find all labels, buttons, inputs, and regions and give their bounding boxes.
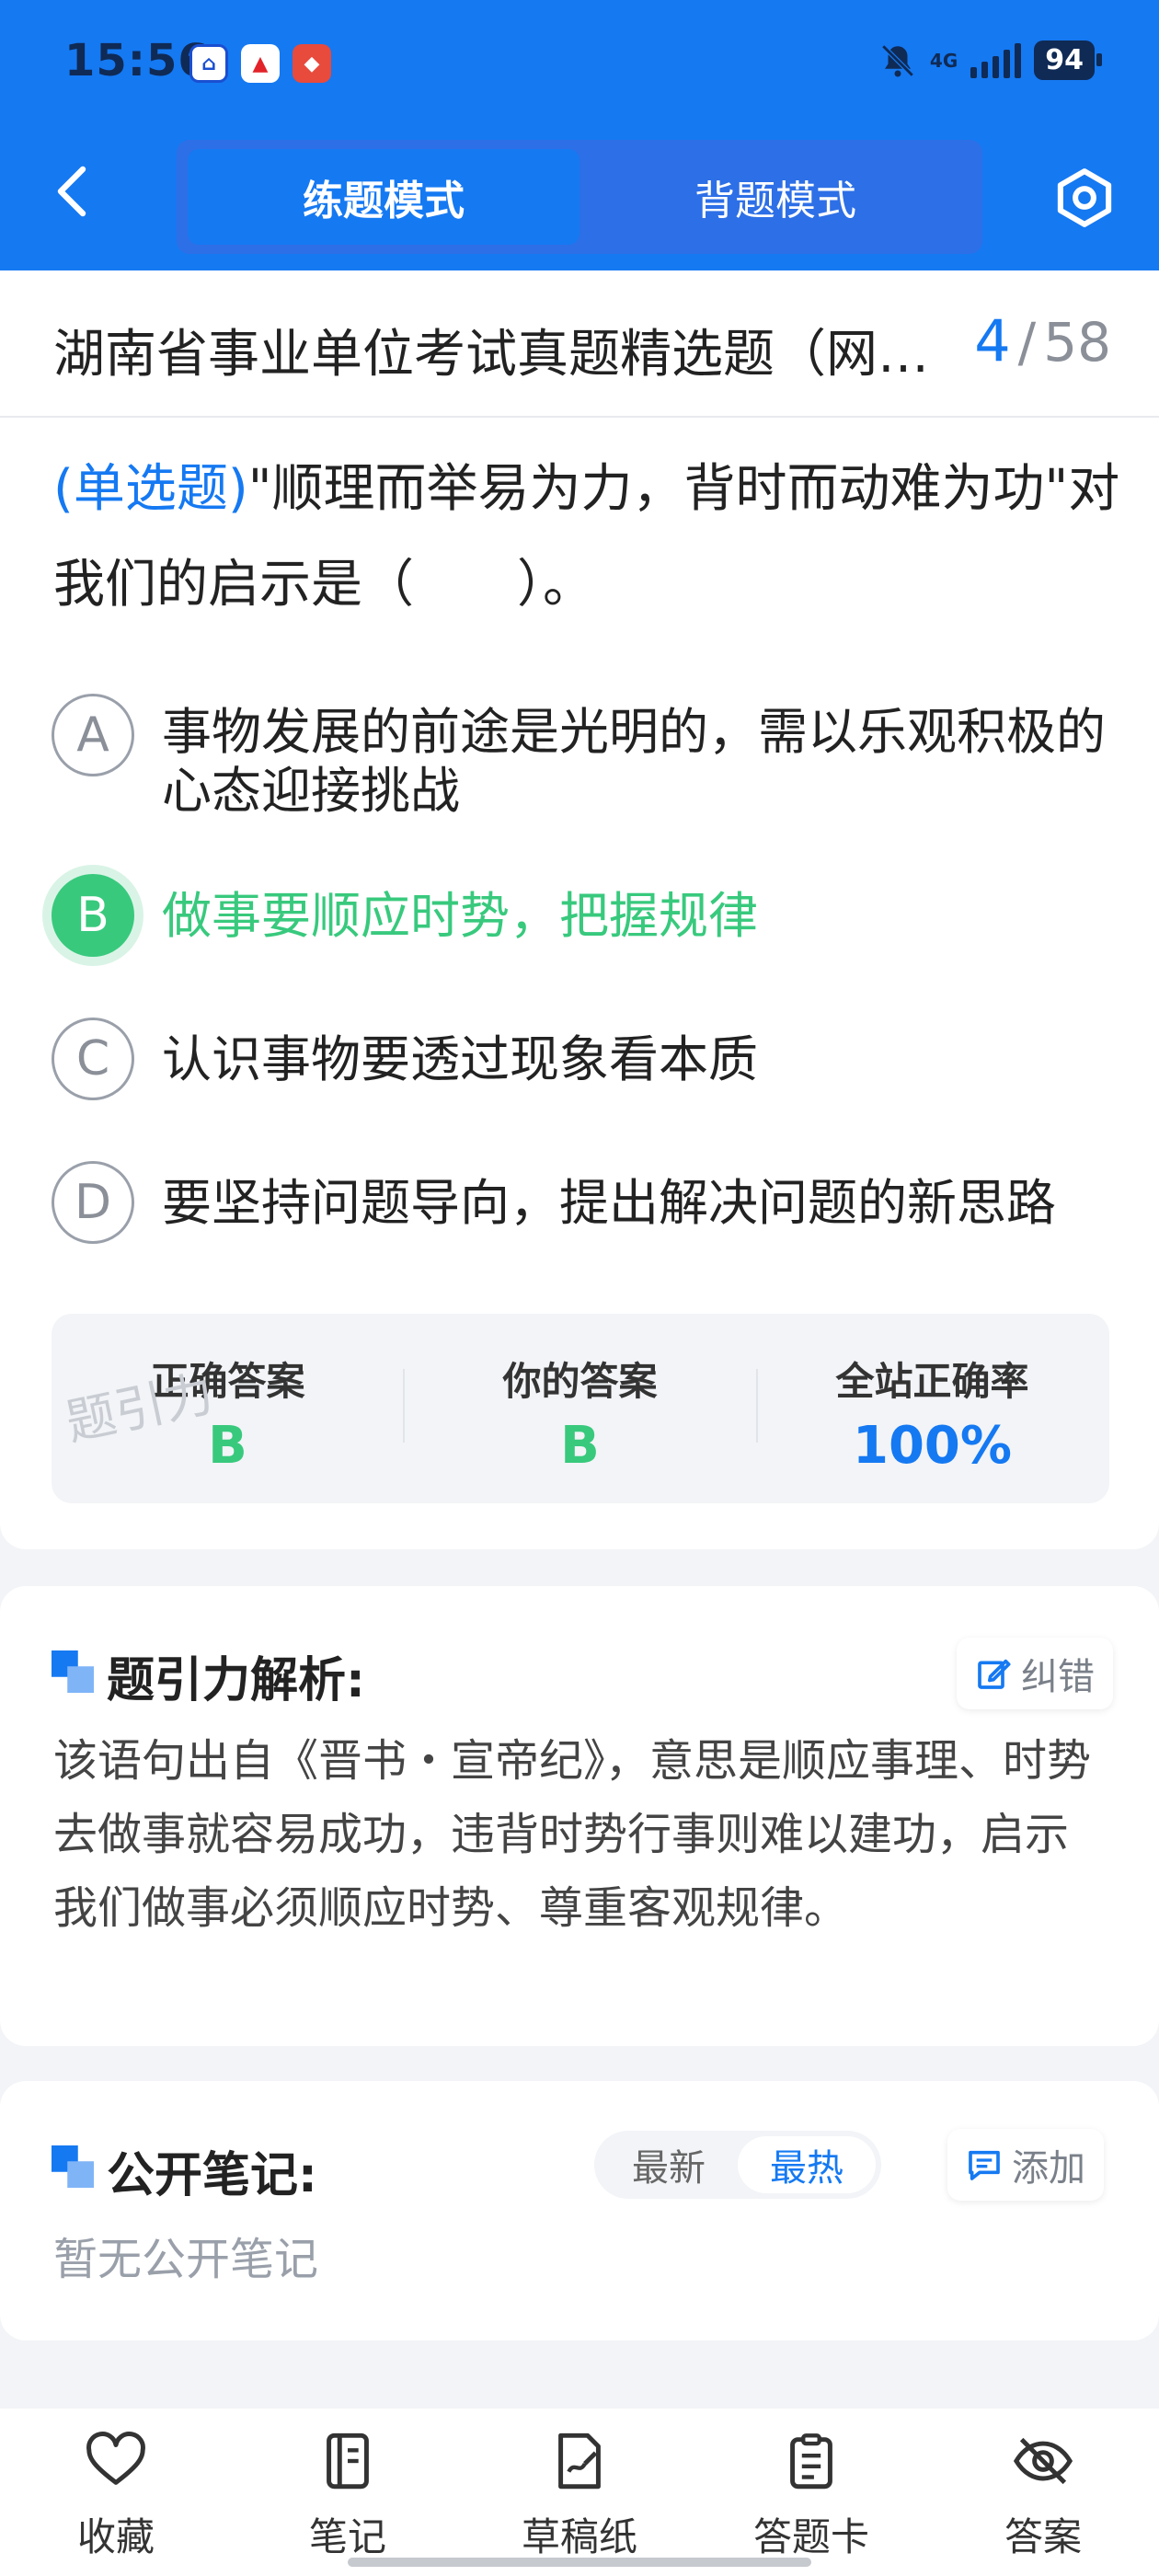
bottom-toolbar: 收藏 笔记 草稿纸 答题卡 答案 (0, 2409, 1159, 2576)
status-indicators: 4G 94 (878, 40, 1102, 80)
option-d-letter: D (52, 1161, 134, 1244)
exam-title: 湖南省事业单位考试真题精选题（网… (53, 325, 929, 385)
show-answer-button[interactable]: 答案 (927, 2429, 1159, 2567)
counter-separator: / (1017, 311, 1037, 374)
notes-sort-switch: 最新 最热 (594, 2131, 881, 2199)
notes-title: 公开笔记: (107, 2148, 317, 2203)
question-title-bar: 湖南省事业单位考试真题精选题（网… 4/58 (0, 270, 1159, 418)
app-icon-3: ◆ (293, 44, 331, 83)
app-icon-2: ▲ (241, 44, 280, 83)
no-notes-text: 暂无公开笔记 (53, 2234, 319, 2285)
option-a[interactable]: A 事物发展的前途是光明的，需以乐观积极的心态迎接挑战 (52, 694, 1119, 821)
option-a-text: 事物发展的前途是光明的，需以乐观积极的心态迎接挑战 (162, 703, 1106, 820)
option-d[interactable]: D 要坚持问题导向，提出解决问题的新思路 (52, 1161, 1119, 1244)
add-note-button[interactable]: 添加 (947, 2129, 1104, 2201)
settings-icon[interactable] (1054, 167, 1115, 228)
your-answer-value: B (560, 1416, 600, 1476)
section-squares-icon (52, 1650, 94, 1693)
tab-memorize-mode[interactable]: 背题模式 (580, 149, 971, 245)
status-time: 15:56 (64, 35, 210, 86)
eye-off-icon (1013, 2437, 1073, 2485)
top-header: 15:56 ⌂ ▲ ◆ 4G 94 练题模式 背题模式 (0, 0, 1159, 270)
option-b[interactable]: B 做事要顺应时势，把握规律 (52, 874, 1119, 957)
analysis-card: 题引力解析: 纠错 该语句出自《晋书・宣帝纪》，意思是顺应事理、时势去做事就容易… (0, 1586, 1159, 2046)
question-stem: (单选题)"顺理而举易为力，背时而动难为功"对我们的启示是（ ）。 (53, 442, 1120, 633)
option-b-text: 做事要顺应时势，把握规律 (162, 887, 758, 945)
sort-hot-tab[interactable]: 最热 (738, 2136, 876, 2193)
signal-icon (970, 42, 1022, 78)
answer-sheet-label: 答题卡 (752, 2514, 869, 2559)
option-c-text: 认识事物要透过现象看本质 (162, 1030, 758, 1088)
report-error-label: 纠错 (1021, 1656, 1095, 1698)
draft-paper-icon (558, 2432, 601, 2490)
app-icon-1: ⌂ (189, 44, 228, 83)
site-accuracy: 全站正确率 100% (756, 1351, 1108, 1476)
battery-indicator: 94 (1034, 40, 1102, 80)
favorite-button[interactable]: 收藏 (0, 2429, 232, 2567)
add-note-label: 添加 (1012, 2147, 1085, 2190)
favorite-label: 收藏 (76, 2514, 155, 2559)
draft-paper-label: 草稿纸 (521, 2514, 637, 2559)
public-notes-card: 公开笔记: 最新 最热 添加 暂无公开笔记 (0, 2081, 1159, 2340)
mode-switch: 练题模式 背题模式 (177, 140, 982, 254)
back-arrow-icon[interactable] (53, 166, 90, 217)
your-answer: 你的答案 B (404, 1351, 756, 1476)
option-d-text: 要坚持问题导向，提出解决问题的新思路 (162, 1174, 1056, 1232)
notes-button[interactable]: 笔记 (232, 2429, 464, 2567)
question-counter[interactable]: 4/58 (974, 307, 1111, 374)
your-answer-label: 你的答案 (502, 1359, 658, 1404)
mute-bell-icon (881, 43, 914, 77)
analysis-title: 题引力解析: (107, 1653, 365, 1708)
option-a-letter: A (52, 694, 134, 776)
site-accuracy-value: 100% (852, 1416, 1012, 1476)
total-questions: 58 (1043, 311, 1111, 374)
draft-paper-button[interactable]: 草稿纸 (464, 2429, 695, 2567)
network-type: 4G (929, 49, 958, 72)
question-card: 湖南省事业单位考试真题精选题（网… 4/58 (单选题)"顺理而举易为力，背时而… (0, 270, 1159, 1549)
option-c-letter: C (52, 1018, 134, 1100)
current-question-number: 4 (974, 307, 1011, 374)
report-error-button[interactable]: 纠错 (957, 1638, 1113, 1709)
edit-icon (978, 1659, 1011, 1689)
question-type: (单选题) (53, 459, 248, 519)
option-c[interactable]: C 认识事物要透过现象看本质 (52, 1018, 1119, 1100)
sort-latest-tab[interactable]: 最新 (600, 2136, 738, 2193)
answer-sheet-icon (790, 2433, 832, 2490)
status-bar: 15:56 ⌂ ▲ ◆ 4G 94 (0, 0, 1159, 129)
notes-label: 笔记 (308, 2514, 386, 2559)
home-indicator[interactable] (348, 2558, 811, 2567)
analysis-text: 该语句出自《晋书・宣帝纪》，意思是顺应事理、时势去做事就容易成功，违背时势行事则… (53, 1735, 1092, 1934)
site-accuracy-label: 全站正确率 (835, 1359, 1029, 1404)
show-answer-label: 答案 (1004, 2514, 1082, 2559)
notebook-icon (327, 2432, 369, 2490)
heart-icon (86, 2432, 145, 2485)
answer-sheet-button[interactable]: 答题卡 (695, 2429, 927, 2567)
comment-icon (969, 2150, 1000, 2180)
option-b-letter: B (52, 874, 134, 957)
section-squares-icon (52, 2145, 94, 2188)
tab-practice-mode[interactable]: 练题模式 (188, 149, 580, 245)
